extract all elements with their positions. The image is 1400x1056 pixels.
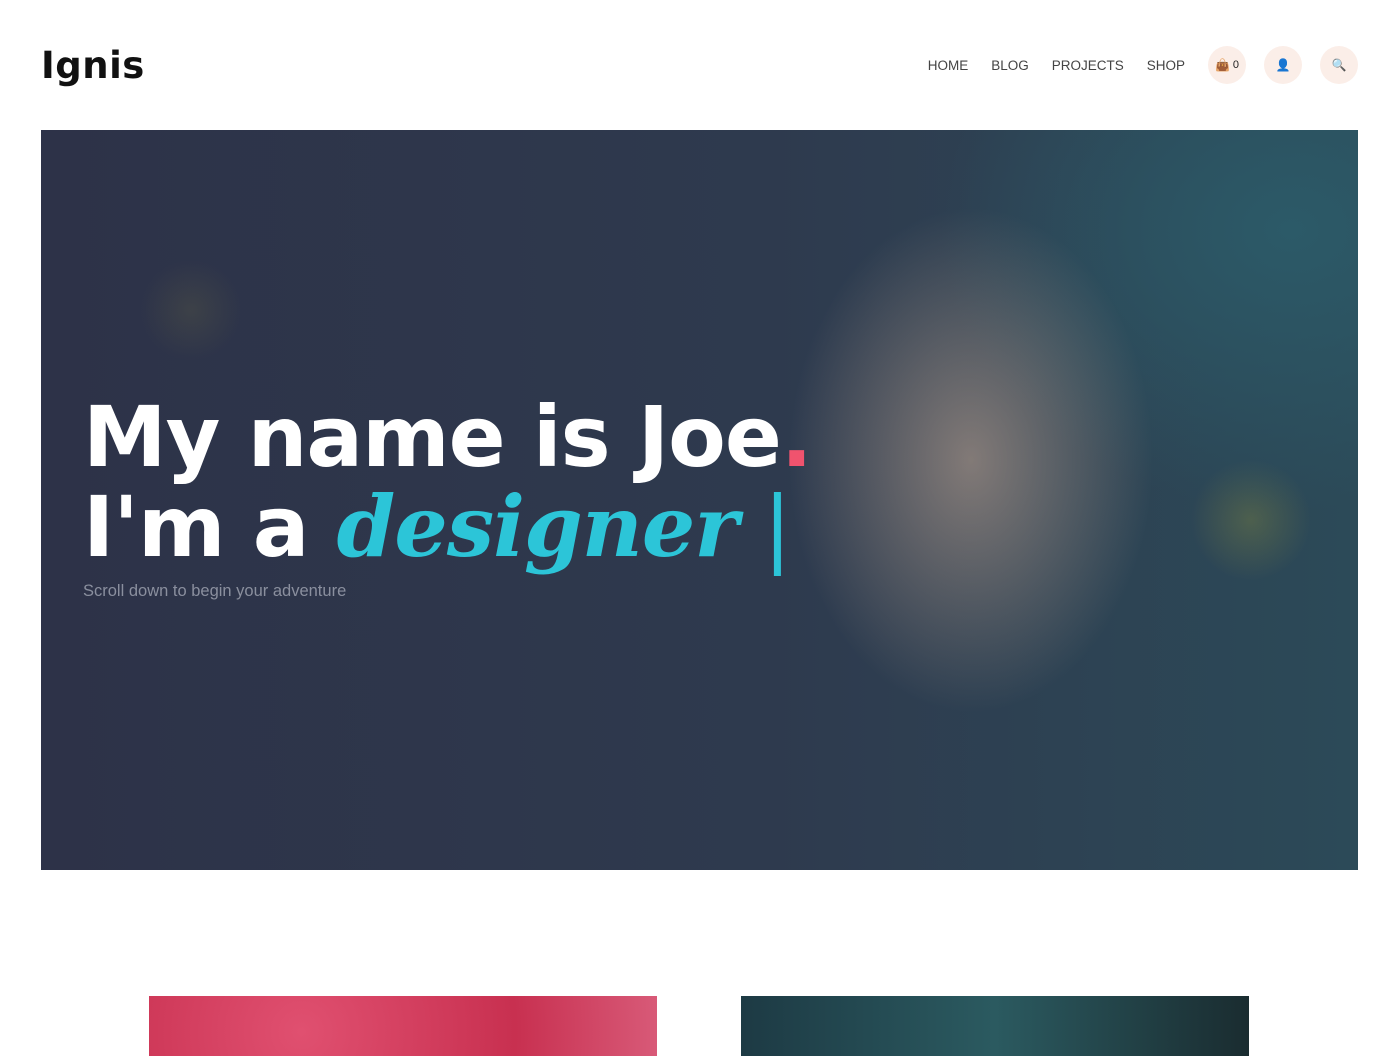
main-nav: HOME BLOG PROJECTS SHOP 👜 0 👤 🔍 xyxy=(928,46,1358,84)
hero-line2: I'm a xyxy=(83,478,337,576)
user-icon: 👤 xyxy=(1275,58,1291,72)
hero-subtitle: Scroll down to begin your adventure xyxy=(83,582,347,600)
account-button[interactable]: 👤 xyxy=(1264,46,1302,84)
nav-projects[interactable]: PROJECTS xyxy=(1052,58,1124,73)
cart-button[interactable]: 👜 0 xyxy=(1208,46,1246,84)
search-icon: 🔍 xyxy=(1331,58,1347,72)
typing-cursor: | xyxy=(737,478,791,576)
typed-role: designer xyxy=(336,477,739,576)
hero-banner: My name is Joe. I'm a designer | Scroll … xyxy=(41,130,1358,870)
hero-line1: My name is Joe xyxy=(83,388,782,486)
logo[interactable]: Ignis xyxy=(41,44,145,87)
search-button[interactable]: 🔍 xyxy=(1320,46,1358,84)
shopping-bag-icon: 👜 xyxy=(1214,58,1230,72)
nav-home[interactable]: HOME xyxy=(928,58,969,73)
hero-heading: My name is Joe. I'm a designer | xyxy=(83,392,813,572)
nav-blog[interactable]: BLOG xyxy=(991,58,1029,73)
accent-dot: . xyxy=(780,388,813,486)
project-card-1[interactable] xyxy=(149,996,657,1056)
project-card-2[interactable] xyxy=(741,996,1249,1056)
cart-count: 0 xyxy=(1232,59,1240,71)
nav-shop[interactable]: SHOP xyxy=(1147,58,1185,73)
